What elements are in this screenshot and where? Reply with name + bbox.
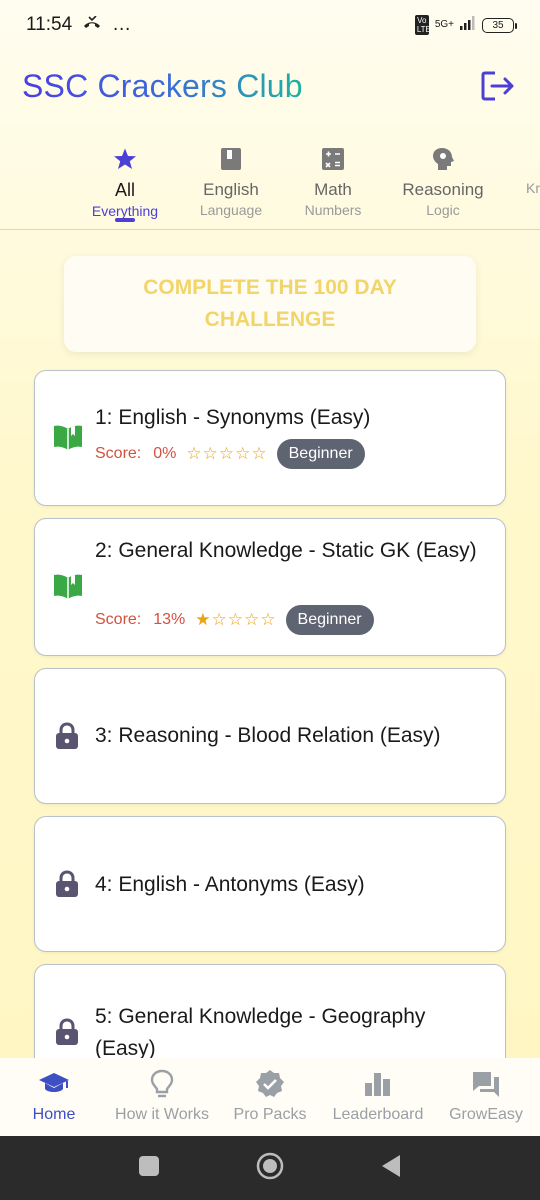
book-icon bbox=[221, 148, 241, 170]
bottom-nav: Home How it Works Pro Packs Leaderboard … bbox=[0, 1058, 540, 1136]
quiz-title: 4: English - Antonyms (Easy) bbox=[95, 873, 365, 896]
score-label: Score: bbox=[95, 445, 142, 462]
brain-icon bbox=[433, 148, 454, 170]
tab-sublabel: Numbers bbox=[304, 202, 362, 218]
nav-label: Home bbox=[32, 1106, 76, 1123]
challenge-banner[interactable]: COMPLETE THE 100 DAY CHALLENGE bbox=[64, 256, 476, 352]
tab-math[interactable]: Math Numbers bbox=[278, 140, 388, 218]
status-bar: 11:54 … Vo LTE 5G+ 35 bbox=[0, 0, 540, 50]
nav-label: GrowEasy bbox=[449, 1106, 523, 1123]
calculator-icon bbox=[322, 148, 344, 170]
missed-call-icon bbox=[82, 14, 102, 36]
level-badge: Beginner bbox=[285, 605, 374, 635]
quiz-title: 2: General Knowledge - Static GK (Easy) bbox=[95, 539, 477, 562]
nav-label: Leaderboard bbox=[332, 1106, 424, 1123]
star-empty-icon: ☆ bbox=[186, 444, 202, 463]
tab-partial[interactable]: Kr bbox=[498, 140, 540, 196]
star-empty-icon: ☆ bbox=[227, 610, 244, 629]
back-triangle-icon bbox=[382, 1154, 400, 1177]
score-value: 0% bbox=[153, 445, 177, 462]
signal-icon bbox=[460, 14, 476, 36]
system-nav-bar bbox=[0, 1136, 540, 1200]
quiz-card[interactable]: 1: English - Synonyms (Easy) Score: 0% ☆… bbox=[34, 370, 506, 506]
quiz-title: 3: Reasoning - Blood Relation (Easy) bbox=[95, 724, 441, 747]
volte-icon: Vo LTE bbox=[414, 15, 431, 35]
star-icon bbox=[114, 148, 136, 169]
tab-label: All bbox=[114, 180, 135, 200]
home-circle-icon bbox=[256, 1152, 284, 1179]
tab-sublabel: Language bbox=[199, 202, 263, 218]
open-book-icon bbox=[54, 425, 82, 450]
quiz-card-locked[interactable]: 4: English - Antonyms (Easy) bbox=[34, 816, 506, 952]
challenge-text: COMPLETE THE 100 DAY CHALLENGE bbox=[143, 276, 397, 331]
recents-button[interactable] bbox=[138, 1155, 160, 1182]
star-empty-icon: ☆ bbox=[202, 444, 218, 463]
tab-english[interactable]: English Language bbox=[176, 140, 286, 218]
app-header: SSC Crackers Club bbox=[0, 56, 540, 116]
nav-leaderboard[interactable]: Leaderboard bbox=[324, 1058, 432, 1136]
lock-icon bbox=[56, 870, 78, 897]
nav-label: Pro Packs bbox=[233, 1106, 307, 1123]
score-label: Score: bbox=[95, 611, 142, 628]
home-button[interactable] bbox=[256, 1152, 284, 1185]
lightbulb-icon bbox=[150, 1069, 174, 1098]
level-badge: Beginner bbox=[276, 439, 365, 469]
tab-sublabel: Kr bbox=[526, 180, 540, 196]
star-rating: ★ ☆ ☆ ☆ ☆ bbox=[195, 610, 275, 630]
network-type: 5G+ bbox=[434, 19, 454, 30]
logout-icon bbox=[481, 71, 514, 101]
status-time: 11:54 bbox=[26, 14, 73, 35]
quiz-card-locked[interactable]: 3: Reasoning - Blood Relation (Easy) bbox=[34, 668, 506, 804]
back-button[interactable] bbox=[380, 1154, 402, 1183]
active-tab-indicator bbox=[115, 218, 135, 222]
logout-button[interactable] bbox=[478, 66, 518, 106]
star-filled-icon: ★ bbox=[195, 610, 211, 629]
quiz-title: 5: General Knowledge - Geography (Easy) bbox=[95, 1005, 426, 1060]
tab-sublabel: Logic bbox=[426, 202, 460, 218]
tab-sublabel: Everything bbox=[91, 203, 159, 219]
quiz-meta: Score: 13% ★ ☆ ☆ ☆ ☆ Beginner bbox=[95, 605, 374, 635]
tab-all[interactable]: All Everything bbox=[70, 140, 180, 222]
nav-home[interactable]: Home bbox=[0, 1058, 108, 1136]
quiz-meta: Score: 0% ☆ ☆ ☆ ☆ ☆ Beginner bbox=[95, 439, 365, 469]
tab-label: Reasoning bbox=[402, 180, 484, 199]
status-more-icon: … bbox=[112, 14, 132, 35]
score-value: 13% bbox=[153, 611, 186, 628]
lock-icon bbox=[56, 1018, 78, 1045]
star-empty-icon: ☆ bbox=[218, 444, 235, 463]
category-tabs: All Everything English Language Math Num… bbox=[0, 140, 540, 230]
nav-pro-packs[interactable]: Pro Packs bbox=[216, 1058, 324, 1136]
tab-label: Math bbox=[314, 180, 352, 199]
star-empty-icon: ☆ bbox=[260, 610, 276, 629]
nav-how-it-works[interactable]: How it Works bbox=[108, 1058, 216, 1136]
tab-label: English bbox=[203, 180, 259, 199]
open-book-icon bbox=[54, 574, 82, 599]
lock-icon bbox=[56, 722, 78, 749]
quiz-title: 1: English - Synonyms (Easy) bbox=[95, 406, 371, 429]
star-empty-icon: ☆ bbox=[251, 444, 267, 463]
bar-chart-icon bbox=[365, 1073, 390, 1096]
tab-reasoning[interactable]: Reasoning Logic bbox=[388, 140, 498, 218]
star-rating: ☆ ☆ ☆ ☆ ☆ bbox=[186, 444, 266, 464]
quiz-card[interactable]: 2: General Knowledge - Static GK (Easy) … bbox=[34, 518, 506, 656]
nav-groweasy[interactable]: GrowEasy bbox=[432, 1058, 540, 1136]
recents-icon bbox=[139, 1155, 159, 1176]
battery-icon: 35 bbox=[482, 17, 517, 33]
nav-label: How it Works bbox=[115, 1106, 209, 1123]
app-title: SSC Crackers Club bbox=[22, 67, 303, 104]
star-empty-icon: ☆ bbox=[211, 610, 227, 629]
verified-badge-icon bbox=[256, 1070, 284, 1097]
star-empty-icon: ☆ bbox=[244, 610, 260, 629]
graduation-cap-icon bbox=[39, 1073, 69, 1092]
chat-icon bbox=[473, 1072, 499, 1097]
star-empty-icon: ☆ bbox=[235, 444, 251, 463]
